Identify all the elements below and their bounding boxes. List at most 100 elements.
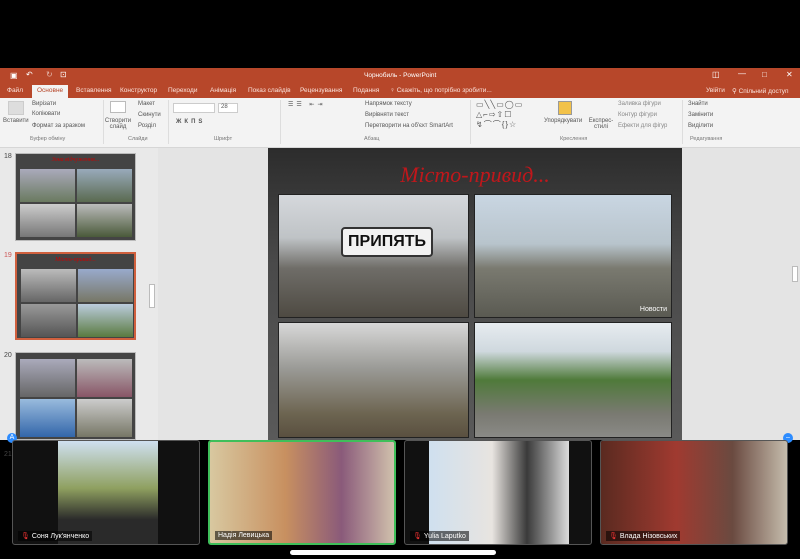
format-painter-button[interactable]: Формат за зразком <box>32 123 85 129</box>
person-icon: ⚲ <box>732 88 739 95</box>
tab-home[interactable]: Основне <box>32 85 69 98</box>
save-icon[interactable]: ▣ <box>10 71 18 80</box>
sign-in-link[interactable]: Увійти <box>706 87 725 94</box>
tab-design[interactable]: Конструктор <box>120 87 157 94</box>
participant-name: Влада Нізовських <box>619 533 678 540</box>
lightbulb-icon: ♀ <box>390 87 397 94</box>
window-title: Чорнобиль - PowerPoint <box>364 72 437 79</box>
section-button[interactable]: Розділ <box>138 123 156 129</box>
shape-effects-button[interactable]: Ефекти для фігур <box>618 123 667 129</box>
participant-name: Yulia Laputko <box>423 533 466 540</box>
photo-watermark: Новости <box>639 306 667 313</box>
participant-video <box>601 441 787 544</box>
new-slide-button[interactable]: Створити слайд <box>104 118 132 130</box>
thumbnail-title: Зона відчуження... <box>51 157 100 163</box>
participant-name-label: Надія Левицька <box>215 531 273 540</box>
minimize-button[interactable]: — <box>738 69 746 78</box>
tab-slideshow[interactable]: Показ слайдів <box>248 87 291 94</box>
new-slide-icon <box>110 101 126 113</box>
participant-video <box>429 441 569 544</box>
participant-video <box>58 441 158 544</box>
tab-file[interactable]: Файл <box>7 87 23 94</box>
paragraph-group-label: Абзац <box>364 136 380 142</box>
slides-group-label: Слайди <box>128 136 148 142</box>
tell-me-text: Скажіть, що потрібно зробити... <box>396 87 492 94</box>
close-button[interactable]: ✕ <box>786 70 793 79</box>
participant-name-label: 🎙︎ Соня Лук'янченко <box>18 531 93 541</box>
title-bar: ▣ ↶ ↻ ⊡ Чорнобиль - PowerPoint ◫ — □ ✕ <box>0 68 800 84</box>
photo-pripyat-buildings: Новости <box>474 194 672 318</box>
copy-button[interactable]: Копіювати <box>32 111 60 117</box>
muted-mic-icon: 🎙︎ <box>413 533 422 540</box>
participant-name-label: 🎙︎ Yulia Laputko <box>410 531 469 541</box>
font-format-buttons[interactable]: ЖКПS <box>176 119 205 125</box>
video-tile[interactable]: 🎙︎ Влада Нізовських <box>600 440 788 545</box>
shape-fill-button[interactable]: Заливка фігури <box>618 101 661 107</box>
slide-thumbnails-pane: 18 Зона відчуження... 19 Місто-привид...… <box>0 148 158 458</box>
participant-video <box>210 442 394 543</box>
slide-number: 21 <box>4 451 12 458</box>
layout-button[interactable]: Макет <box>138 101 155 107</box>
replace-button[interactable]: Замінити <box>688 112 713 118</box>
slide-title: Місто-привид... <box>400 162 550 187</box>
start-slideshow-icon[interactable]: ⊡ <box>60 70 67 79</box>
font-size-input[interactable]: 28 <box>218 103 238 113</box>
muted-mic-icon: 🎙︎ <box>609 533 618 540</box>
photo-bumper-cars <box>278 322 469 438</box>
arrange-icon <box>558 101 572 115</box>
reset-button[interactable]: Скинути <box>138 112 161 118</box>
shapes-gallery[interactable]: ▭╲╲▭◯▭ △⌐⇨⇧☐ ↯⌒⌒{}☆ <box>476 100 538 130</box>
participant-name: Надія Левицька <box>218 532 270 539</box>
current-slide[interactable]: Місто-привид... ПРИПЯТЬ Новости <box>268 148 682 440</box>
tab-animations[interactable]: Анімація <box>210 87 236 94</box>
paste-button[interactable]: Вставити <box>3 118 29 124</box>
find-button[interactable]: Знайти <box>688 101 708 107</box>
maximize-button[interactable]: □ <box>762 70 767 79</box>
share-button[interactable]: ⚲ Спільний доступ <box>732 87 789 95</box>
align-text-button[interactable]: Вирівняти текст <box>365 112 409 118</box>
editing-group-label: Редагування <box>690 136 723 142</box>
font-group-label: Шрифт <box>214 136 233 142</box>
ribbon: Вставити Вирізати Копіювати Формат за зр… <box>0 98 800 148</box>
undo-icon[interactable]: ↶ <box>26 70 33 79</box>
tab-review[interactable]: Рецензування <box>300 87 342 94</box>
video-tile[interactable]: 🎙︎ Yulia Laputko <box>404 440 592 545</box>
video-tile-active-speaker[interactable]: Надія Левицька <box>208 440 396 545</box>
slide-number: 19 <box>4 252 12 259</box>
tab-view[interactable]: Подання <box>353 87 379 94</box>
photo-pripyat-sign: ПРИПЯТЬ <box>278 194 469 318</box>
slide-number: 18 <box>4 153 12 160</box>
text-direction-button[interactable]: Напрямок тексту <box>365 101 412 107</box>
tab-transitions[interactable]: Переходи <box>168 87 197 94</box>
smartart-button[interactable]: Перетворити на об'єкт SmartArt <box>365 123 453 129</box>
slide-thumbnail-18[interactable]: Зона відчуження... <box>15 153 136 241</box>
share-label: Спільний доступ <box>738 88 789 95</box>
home-indicator[interactable] <box>290 550 496 555</box>
ribbon-display-icon[interactable]: ◫ <box>712 70 720 79</box>
slide-thumbnail-19[interactable]: Місто-привид... <box>15 252 136 340</box>
shape-outline-button[interactable]: Контур фігури <box>618 112 657 118</box>
redo-icon[interactable]: ↻ <box>46 70 53 79</box>
drawing-group-label: Креслення <box>560 136 588 142</box>
editor-scrollbar[interactable] <box>792 266 798 282</box>
paste-icon <box>8 101 24 115</box>
arrange-button[interactable]: Упорядкувати <box>544 118 582 124</box>
font-name-input[interactable] <box>173 103 215 113</box>
clipboard-group-label: Буфер обміну <box>30 136 66 142</box>
thumbnail-title: Місто-привид... <box>55 257 96 263</box>
thumbnails-scrollbar[interactable] <box>149 284 155 308</box>
cut-button[interactable]: Вирізати <box>32 101 56 107</box>
tab-insert[interactable]: Вставлення <box>76 87 112 94</box>
quick-styles-button[interactable]: Експрес-стилі <box>588 118 614 130</box>
list-buttons[interactable]: ☰☰ ⇤⇥ <box>288 101 325 108</box>
photo-ferris-wheel <box>474 322 672 438</box>
participant-name: Соня Лук'янченко <box>31 533 90 540</box>
select-button[interactable]: Виділити <box>688 123 713 129</box>
slide-thumbnail-20[interactable] <box>15 352 136 440</box>
tell-me-search[interactable]: ♀ Скажіть, що потрібно зробити... <box>390 87 492 94</box>
video-tile[interactable]: 🎙︎ Соня Лук'янченко <box>12 440 200 545</box>
participant-name-label: 🎙︎ Влада Нізовських <box>606 531 681 541</box>
ribbon-tabs: Файл Основне Вставлення Конструктор Пере… <box>0 84 800 98</box>
muted-mic-icon: 🎙︎ <box>21 533 30 540</box>
slide-number: 20 <box>4 352 12 359</box>
